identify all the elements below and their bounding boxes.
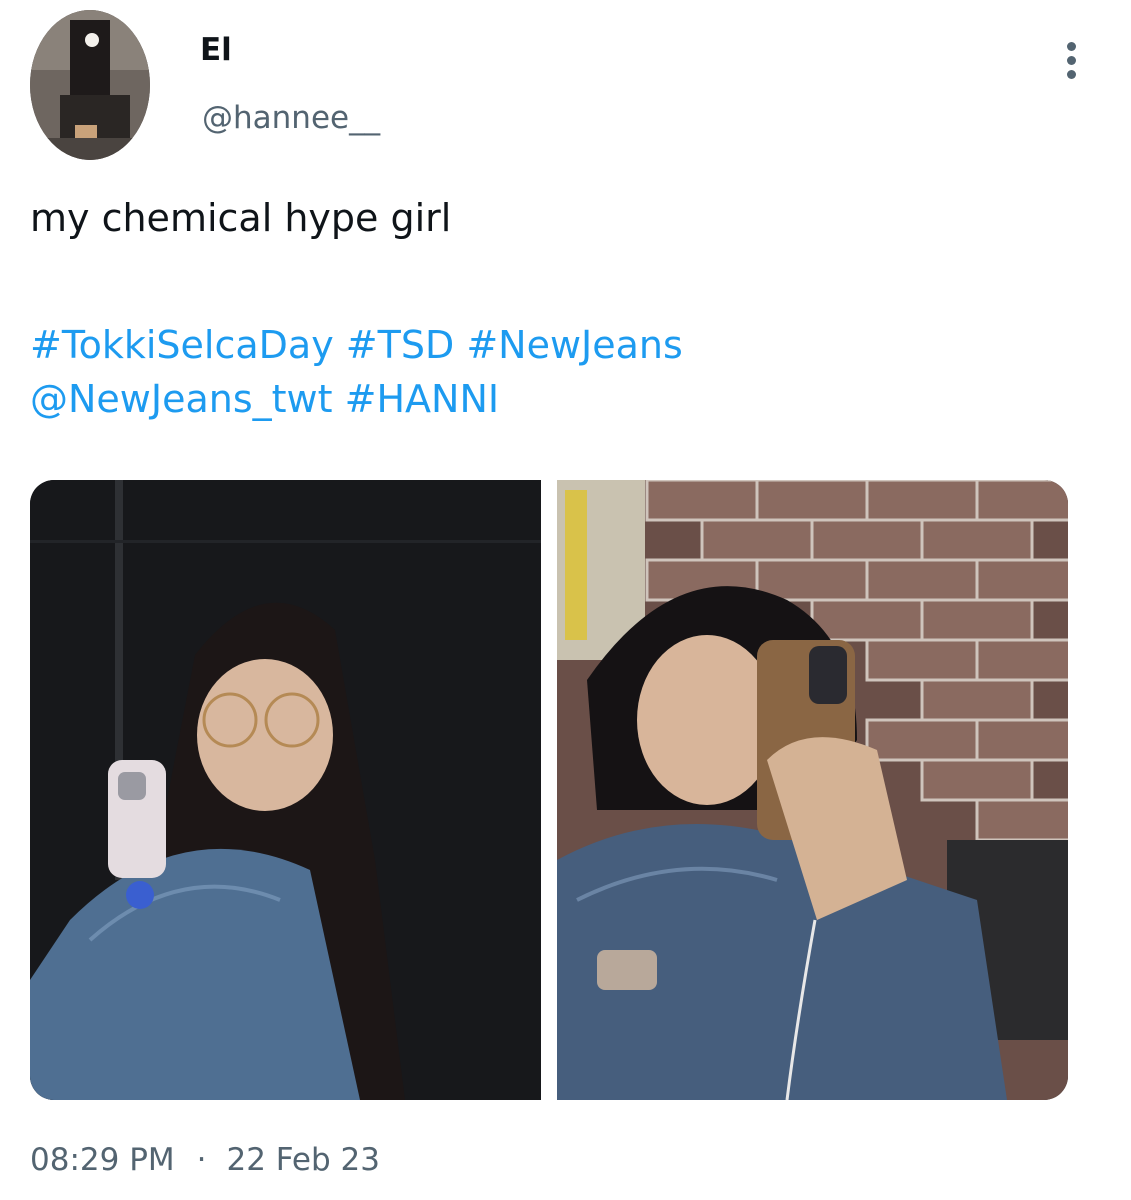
avatar-image	[30, 10, 150, 160]
photo-2-image	[557, 480, 1068, 1100]
photo-1-image	[30, 480, 541, 1100]
tweet-media	[30, 480, 1068, 1100]
tags-line-1: #TokkiSelcaDay #TSD #NewJeans	[30, 318, 1090, 372]
hashtag-link[interactable]: #NewJeans	[466, 323, 682, 367]
mention-link[interactable]: @NewJeans_twt	[30, 377, 333, 421]
display-name[interactable]: El	[200, 30, 232, 70]
separator-dot: ·	[196, 1142, 207, 1178]
user-handle[interactable]: @hannee__	[202, 98, 380, 138]
tweet-time: 08:29 PM	[30, 1142, 175, 1178]
tags-line-2: @NewJeans_twt #HANNI	[30, 372, 1090, 426]
avatar[interactable]	[30, 10, 150, 160]
tweet-date: 22 Feb 23	[226, 1142, 381, 1178]
more-vertical-icon	[1066, 41, 1076, 51]
tweet-photo-1[interactable]	[30, 480, 541, 1100]
hashtag-link[interactable]: #TokkiSelcaDay	[30, 323, 334, 367]
tweet-text: my chemical hype girl	[30, 196, 452, 240]
tweet-tags: #TokkiSelcaDay #TSD #NewJeans @NewJeans_…	[30, 318, 1090, 426]
tweet-timestamp[interactable]: 08:29 PM · 22 Feb 23	[30, 1138, 380, 1182]
more-vertical-icon	[1066, 55, 1076, 65]
more-options-button[interactable]	[1048, 38, 1094, 82]
hashtag-link[interactable]: #HANNI	[345, 377, 499, 421]
tweet-photo-2[interactable]	[557, 480, 1068, 1100]
hashtag-link[interactable]: #TSD	[346, 323, 454, 367]
more-vertical-icon	[1066, 69, 1076, 79]
